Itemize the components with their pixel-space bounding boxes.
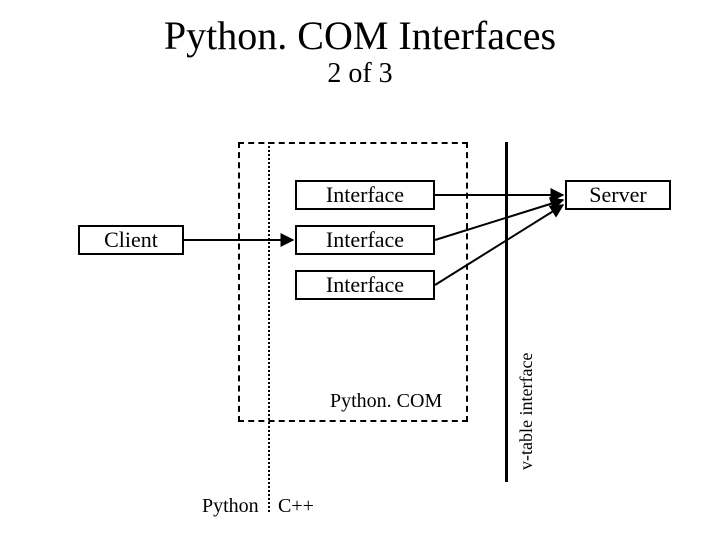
server-box: Server [565, 180, 671, 210]
interface-box-3: Interface [295, 270, 435, 300]
server-label: Server [589, 182, 646, 208]
client-label: Client [104, 227, 158, 253]
interface-box-1: Interface [295, 180, 435, 210]
page-title: Python. COM Interfaces [0, 12, 720, 59]
cpp-label: C++ [278, 495, 314, 518]
vtable-line [505, 142, 508, 482]
python-label: Python [202, 495, 259, 518]
page-subtitle: 2 of 3 [0, 58, 720, 90]
interface-label: Interface [326, 227, 404, 253]
language-divider [268, 142, 270, 512]
interface-box-2: Interface [295, 225, 435, 255]
interface-label: Interface [326, 182, 404, 208]
client-box: Client [78, 225, 184, 255]
diagram-stage: Python. COM Interfaces 2 of 3 Client Ser… [0, 0, 720, 540]
interface-label: Interface [326, 272, 404, 298]
pythoncom-label: Python. COM [330, 390, 442, 413]
vtable-label: v-table interface [516, 353, 537, 470]
